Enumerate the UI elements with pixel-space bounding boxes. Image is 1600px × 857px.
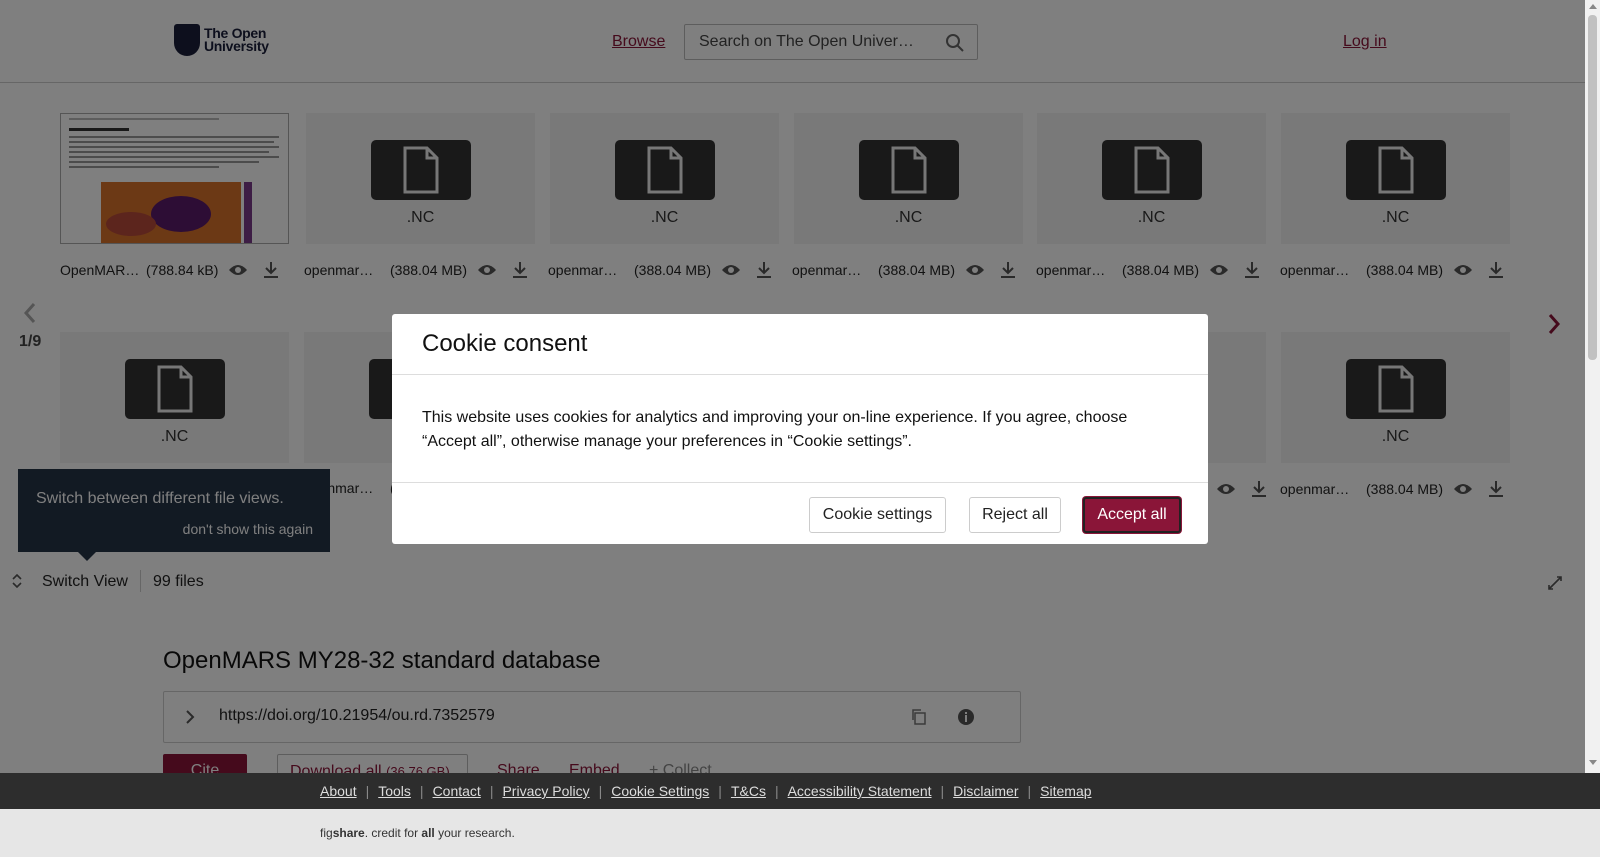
footer-bottom: figshare. credit for all your research.	[0, 809, 1600, 857]
scroll-up-arrow-icon[interactable]	[1589, 4, 1597, 9]
footer-separator: |	[940, 783, 945, 799]
page: The Open University Browse Search on The…	[0, 0, 1585, 857]
footer-links: About | Tools | Contact | Privacy Policy…	[320, 783, 1092, 799]
divider	[392, 482, 1208, 483]
cookie-consent-modal: Cookie consent This website uses cookies…	[392, 314, 1208, 544]
site-footer: About | Tools | Contact | Privacy Policy…	[0, 773, 1600, 809]
footer-separator: |	[598, 783, 603, 799]
footer-link-accessibility[interactable]: Accessibility Statement	[788, 783, 932, 799]
divider	[392, 374, 1208, 375]
accept-all-button[interactable]: Accept all	[1083, 497, 1181, 533]
footer-separator: |	[1027, 783, 1032, 799]
footer-link-contact[interactable]: Contact	[433, 783, 481, 799]
footer-link-cookie-settings[interactable]: Cookie Settings	[611, 783, 709, 799]
scroll-down-arrow-icon[interactable]	[1589, 760, 1597, 765]
footer-link-about[interactable]: About	[320, 783, 357, 799]
footer-separator: |	[419, 783, 424, 799]
modal-title: Cookie consent	[422, 330, 588, 357]
footer-link-terms[interactable]: T&Cs	[731, 783, 766, 799]
footer-link-disclaimer[interactable]: Disclaimer	[953, 783, 1018, 799]
footer-separator: |	[489, 783, 494, 799]
cookie-settings-button[interactable]: Cookie settings	[809, 497, 946, 533]
footer-separator: |	[365, 783, 370, 799]
footer-link-sitemap[interactable]: Sitemap	[1040, 783, 1091, 799]
page-scrollbar[interactable]	[1585, 0, 1600, 857]
footer-separator: |	[774, 783, 779, 799]
figshare-credit[interactable]: figshare. credit for all your research.	[320, 826, 515, 840]
reject-all-button[interactable]: Reject all	[969, 497, 1061, 533]
scrollbar-thumb[interactable]	[1588, 15, 1597, 360]
modal-body-text: This website uses cookies for analytics …	[422, 409, 1128, 450]
footer-link-privacy-policy[interactable]: Privacy Policy	[502, 783, 589, 799]
footer-link-tools[interactable]: Tools	[378, 783, 411, 799]
footer-separator: |	[718, 783, 722, 799]
